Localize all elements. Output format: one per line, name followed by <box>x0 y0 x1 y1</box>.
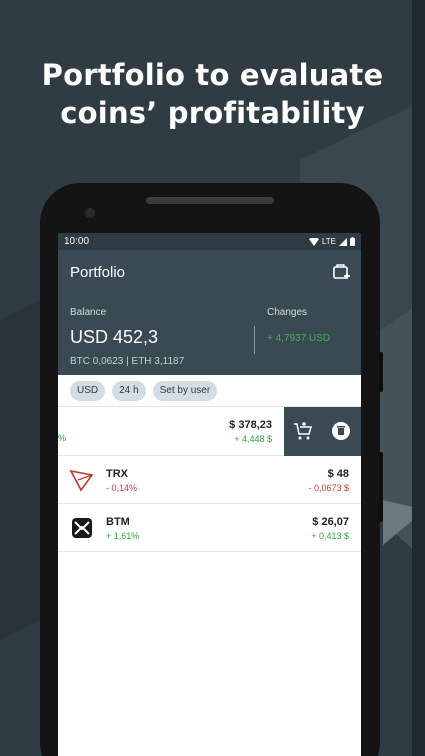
filter-chips: USD 24 h Set by user <box>58 375 361 407</box>
coin-symbol: TRX <box>106 468 128 480</box>
promo-headline: Portfolio to evaluate coins’ profitabili… <box>0 56 425 132</box>
network-label: LTE <box>321 237 336 246</box>
coin-row-trx[interactable]: TRX - 0,14% $ 48 - 0,0673 $ <box>58 456 361 504</box>
phone-volume-button <box>379 452 383 522</box>
coin-symbol: BTM <box>106 516 130 528</box>
changes-value: + 4,7937 USD <box>267 333 331 344</box>
page-title: Portfolio <box>70 264 126 281</box>
coin-value: $ 26,07 <box>312 516 349 528</box>
coin-value: $ 378,23 <box>229 419 272 431</box>
headline-line-1: Portfolio to evaluate <box>41 58 384 92</box>
chip-period[interactable]: 24 h <box>112 380 146 401</box>
coin-row-btm[interactable]: BTM + 1,61% $ 26,07 + 0,413 $ <box>58 504 361 552</box>
balance-value: USD 452,3 <box>70 327 159 347</box>
signal-icon <box>339 237 347 246</box>
coin-pct: - 0,14% <box>106 483 138 493</box>
battery-icon <box>350 237 355 246</box>
chip-currency[interactable]: USD <box>70 380 106 401</box>
tron-logo-icon <box>70 469 94 492</box>
delete-icon[interactable] <box>331 421 351 441</box>
header-divider <box>254 326 255 354</box>
phone-camera <box>85 208 95 218</box>
changes-label: Changes <box>267 307 308 318</box>
phone-speaker <box>146 197 274 204</box>
balance-breakdown: BTC 0,0623 | ETH 3,1187 <box>70 356 185 367</box>
coin-pct: + 1,61% <box>106 531 140 541</box>
coin-value: $ 48 <box>327 468 349 480</box>
status-icons: LTE <box>308 237 355 246</box>
coin-change: - 0,0673 $ <box>308 483 349 493</box>
bytom-logo-icon <box>72 518 92 538</box>
wallet-add-icon[interactable] <box>333 263 351 281</box>
wifi-icon <box>308 237 319 246</box>
portfolio-header: Portfolio Balance USD 452,3 BTC 0,0623 |… <box>58 250 361 375</box>
status-bar: 10:00 LTE <box>58 233 361 250</box>
balance-label: Balance <box>70 307 107 318</box>
row-actions <box>284 407 361 456</box>
cart-add-icon[interactable] <box>293 421 313 441</box>
coin-pct-fragment: % <box>58 433 67 443</box>
swiped-coin-row[interactable]: % $ 378,23 + 4,448 $ <box>58 407 361 456</box>
phone-power-button <box>379 352 383 392</box>
coin-change: + 0,413 $ <box>311 531 349 541</box>
app-screen: 10:00 LTE Portfolio Balance USD 452,3 BT… <box>58 233 361 756</box>
status-time: 10:00 <box>64 236 90 247</box>
headline-line-2: coins’ profitability <box>60 96 365 130</box>
coin-change: + 4,448 $ <box>234 434 272 444</box>
chip-sort[interactable]: Set by user <box>152 380 218 401</box>
